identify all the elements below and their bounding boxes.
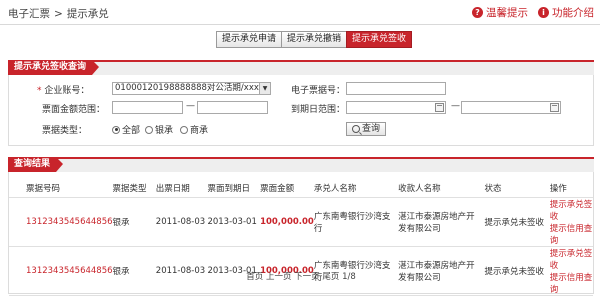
type-radio-all-label: 全部: [122, 126, 141, 136]
intro-link[interactable]: i 功能介绍: [538, 5, 594, 20]
amount-to-input[interactable]: [197, 101, 268, 114]
cell-acceptor: 广东南粤银行沙湾支行: [313, 197, 399, 247]
amount-dash: —: [186, 101, 195, 111]
pagination: 首页 上一页 下一页 尾页 1/8: [9, 270, 593, 282]
results-panel: 查询结果 票据号码 票据类型 出票日期 票面到期日 票面金额 承兑人名称 收款人…: [8, 157, 594, 296]
required-star: *: [37, 86, 42, 96]
col-payee: 收款人名称: [398, 179, 485, 198]
tab-accept-revoke[interactable]: 提示承兑撤销: [281, 31, 347, 48]
account-label: 企业账号：: [44, 86, 90, 96]
tab-accept-apply[interactable]: 提示承兑申请: [216, 31, 282, 48]
col-status: 状态: [484, 179, 550, 198]
pager-prev[interactable]: 上一页: [266, 272, 292, 282]
col-bill-no: 票据号码: [9, 179, 113, 198]
table-row: 1312343545644856 银承 2011-08-03 2013-03-0…: [9, 197, 593, 247]
amount-label: 票面金额范围：: [42, 105, 106, 115]
cell-amount: 100,000.00: [260, 197, 314, 247]
type-radio-bank-label: 银承: [155, 126, 174, 136]
cell-payee: 湛江市泰源房地产开发有限公司: [398, 197, 485, 247]
type-radio-bank[interactable]: 银承: [145, 123, 173, 136]
breadcrumb-root[interactable]: 电子汇票: [8, 8, 50, 20]
chevron-down-icon: ▼: [259, 83, 270, 94]
breadcrumb-separator: >: [54, 8, 63, 20]
account-label-wrap: * 企业账号：: [37, 83, 89, 96]
due-to-input[interactable]: [461, 101, 561, 114]
pager-page: 1/8: [342, 272, 356, 282]
pager-first[interactable]: 首页: [246, 272, 263, 282]
tips-link[interactable]: ? 温馨提示: [472, 5, 528, 20]
help-icon: ?: [472, 7, 483, 18]
col-acceptor: 承兑人名称: [313, 179, 399, 198]
type-radio-commercial[interactable]: 商承: [180, 123, 208, 136]
search-icon: [352, 125, 360, 133]
tips-label: 温馨提示: [486, 7, 528, 19]
account-select-value: 01000120198888888对公活期/xxx公: [115, 83, 268, 93]
query-panel: 提示承兑签收查询 * 企业账号： 01000120198888888对公活期/x…: [8, 60, 594, 146]
bill-no-label: 电子票据号：: [291, 86, 346, 96]
breadcrumb-current: 提示承兑: [66, 8, 109, 20]
due-label: 到期日范围：: [291, 105, 346, 115]
due-from-input[interactable]: [346, 101, 446, 114]
radio-button-checked: [112, 125, 120, 134]
top-right-links: ? 温馨提示 i 功能介绍: [472, 5, 594, 20]
query-button-label: 查询: [362, 124, 381, 134]
cell-operations: 提示承兑签收 提示信用查询: [549, 197, 593, 247]
credit-query-link[interactable]: 提示信用查询: [550, 222, 593, 246]
bill-no-link[interactable]: 1312343545644856: [26, 217, 113, 227]
cell-status: 提示承兑未签收: [484, 197, 550, 247]
top-bar: 电子汇票 > 提示承兑 ? 温馨提示 i 功能介绍: [0, 0, 600, 25]
query-panel-title: 提示承兑签收查询: [8, 60, 100, 75]
cell-due-date: 2013-03-01: [207, 197, 261, 247]
col-type: 票据类型: [112, 179, 156, 198]
intro-label: 功能介绍: [552, 7, 594, 19]
bill-no-input[interactable]: [346, 82, 446, 95]
pager-next[interactable]: 下一页: [294, 272, 320, 282]
info-icon: i: [538, 7, 549, 18]
col-due-date: 票面到期日: [207, 179, 261, 198]
tab-accept-sign[interactable]: 提示承兑签收: [346, 31, 413, 48]
results-panel-title: 查询结果: [8, 157, 64, 172]
col-operation: 操作: [549, 179, 593, 198]
account-select[interactable]: 01000120198888888对公活期/xxx公 ▼: [112, 82, 271, 95]
tab-bar: 提示承兑申请 提示承兑撤销 提示承兑签收: [216, 31, 413, 48]
amount-from-input[interactable]: [112, 101, 183, 114]
col-amount: 票面金额: [260, 179, 314, 198]
cell-issue-date: 2011-08-03: [155, 197, 208, 247]
type-radio-all[interactable]: 全部: [112, 123, 140, 136]
pager-last[interactable]: 尾页: [322, 272, 339, 282]
type-label: 票据类型：: [42, 126, 88, 136]
sign-accept-link[interactable]: 提示承兑签收: [550, 198, 593, 222]
due-dash: —: [451, 101, 460, 111]
radio-button: [180, 125, 188, 134]
type-radio-commercial-label: 商承: [190, 126, 209, 136]
results-panel-header: 查询结果: [8, 157, 594, 172]
table-header-row: 票据号码 票据类型 出票日期 票面到期日 票面金额 承兑人名称 收款人名称 状态…: [9, 179, 593, 198]
calendar-icon[interactable]: [550, 103, 559, 112]
query-button[interactable]: 查询: [346, 122, 387, 136]
col-issue-date: 出票日期: [155, 179, 208, 198]
cell-type: 银承: [112, 197, 156, 247]
breadcrumb: 电子汇票 > 提示承兑: [8, 6, 109, 21]
sign-accept-link[interactable]: 提示承兑签收: [550, 247, 593, 271]
query-panel-header: 提示承兑签收查询: [8, 60, 594, 75]
calendar-icon[interactable]: [435, 103, 444, 112]
radio-button: [145, 125, 153, 134]
